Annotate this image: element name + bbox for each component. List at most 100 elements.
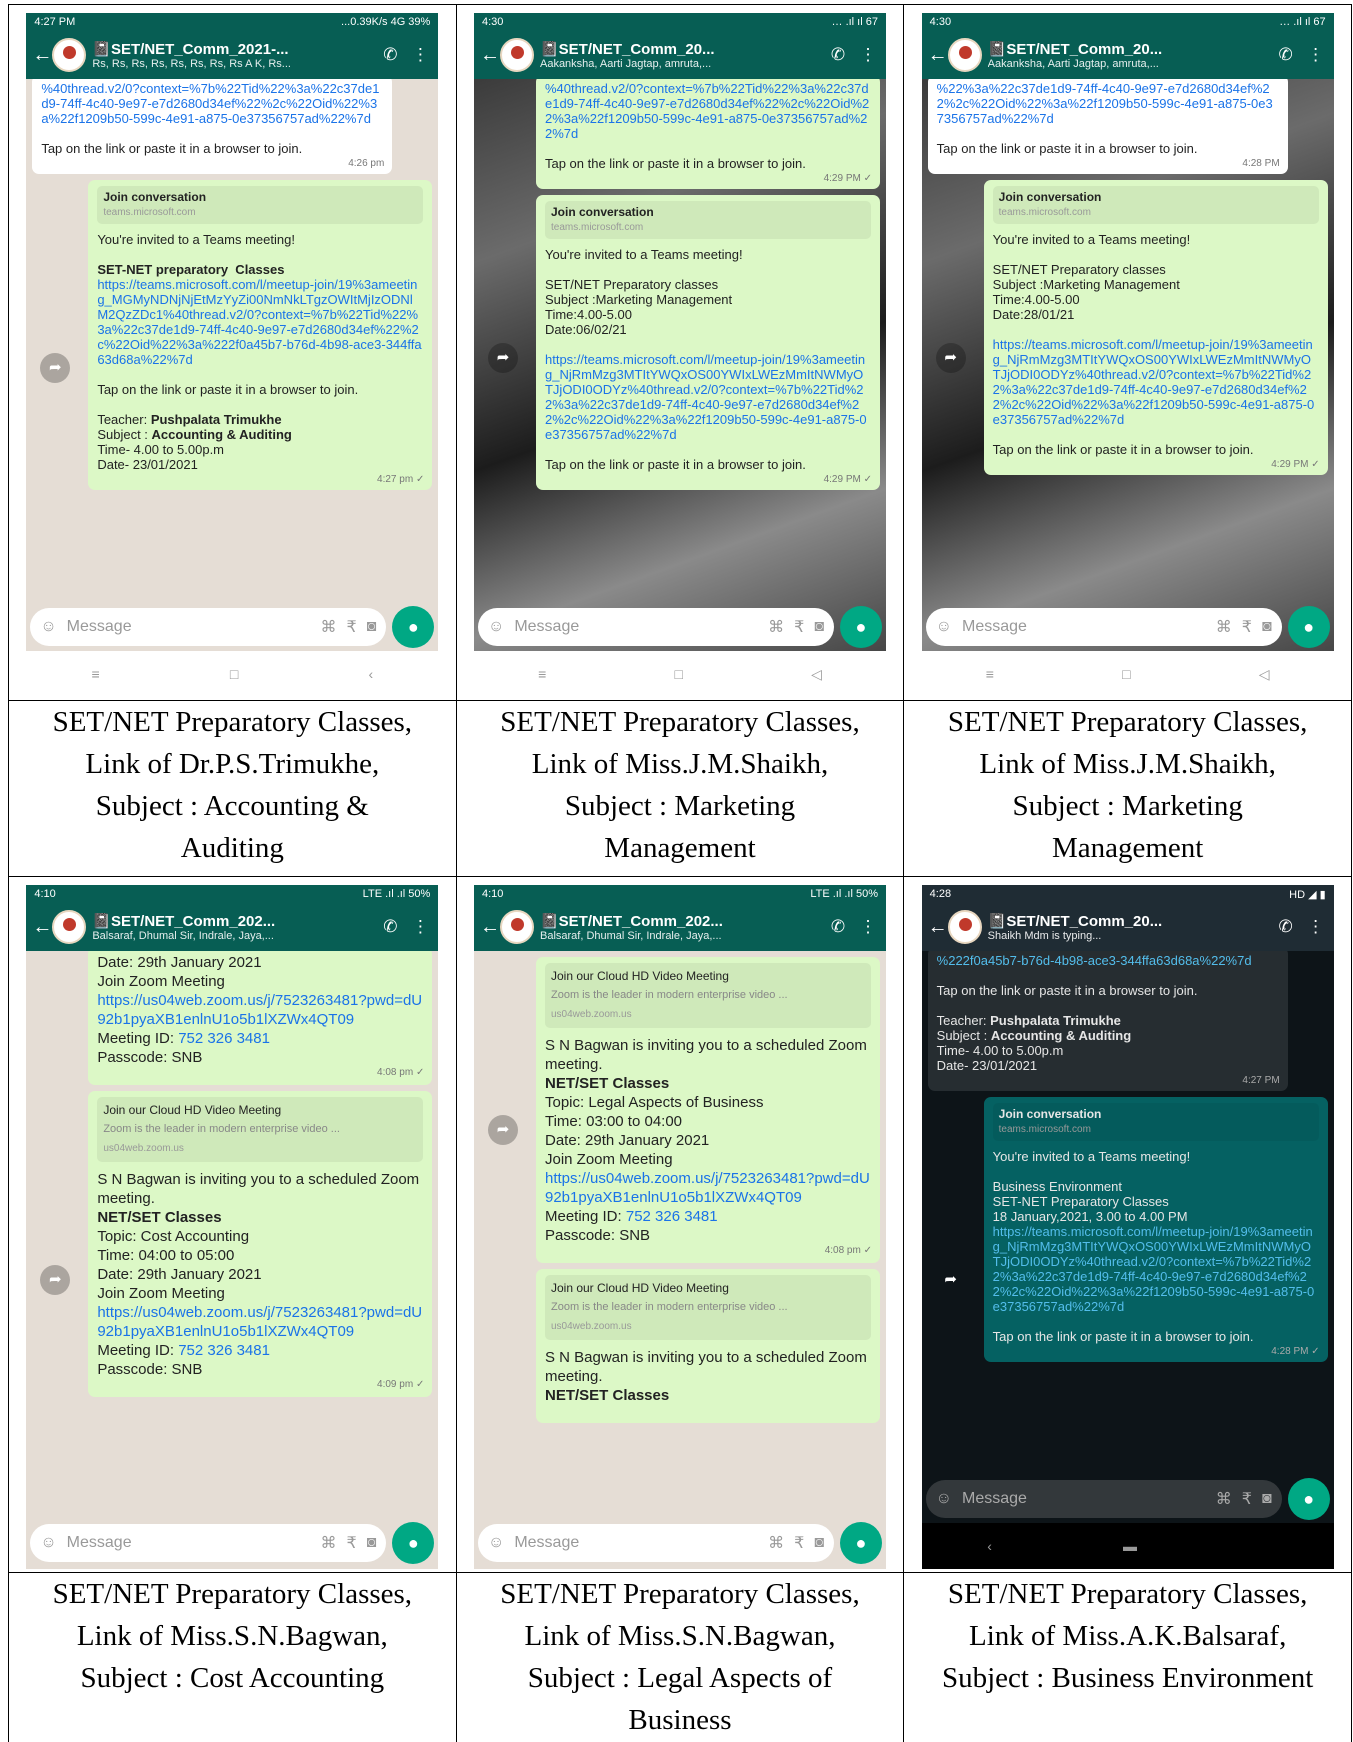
mic-icon[interactable]: ● <box>1287 1478 1330 1520</box>
message-input[interactable]: ☺ Message ⌘ ₹ ◙ <box>477 608 834 646</box>
emoji-icon[interactable]: ☺ <box>936 618 952 636</box>
back-arrow-icon[interactable]: ← <box>928 44 948 67</box>
attach-icon[interactable]: ⌘ <box>320 617 336 637</box>
payment-icon[interactable]: ₹ <box>1242 617 1252 637</box>
forward-icon[interactable]: ➦ <box>487 343 518 373</box>
group-avatar[interactable] <box>52 910 87 944</box>
add-call-icon[interactable]: ✆ <box>378 45 402 65</box>
camera-icon[interactable]: ◙ <box>1262 618 1272 636</box>
recents-icon[interactable]: ≡ <box>91 666 99 682</box>
message-list[interactable]: Join our Cloud HD Video Meeting Zoom is t… <box>474 951 886 1477</box>
payment-icon[interactable]: ₹ <box>794 617 804 637</box>
payment-icon[interactable]: ₹ <box>346 617 356 637</box>
link-preview[interactable]: Join our Cloud HD Video Meeting Zoom is t… <box>544 963 871 1028</box>
emoji-icon[interactable]: ☺ <box>488 618 504 636</box>
chat-title[interactable]: 📓SET/NET_Comm_2021-... <box>92 40 372 58</box>
payment-icon[interactable]: ₹ <box>1242 1489 1252 1509</box>
meeting-link[interactable]: https://teams.microsoft.com/l/meetup-joi… <box>97 277 421 367</box>
forward-icon[interactable]: ➦ <box>935 343 966 373</box>
link-preview[interactable]: Join our Cloud HD Video Meeting Zoom is t… <box>97 1097 424 1162</box>
message-list[interactable]: %222f0a45b7-b76d-4b98-ace3-344ffa63d68a%… <box>922 951 1334 1477</box>
camera-icon[interactable]: ◙ <box>814 618 824 636</box>
add-call-icon[interactable]: ✆ <box>1274 45 1298 65</box>
forward-icon[interactable]: ➦ <box>936 1265 966 1295</box>
link-preview[interactable]: Join conversation teams.microsoft.com <box>97 186 424 224</box>
chat-title[interactable]: 📓SET/NET_Comm_20... <box>540 40 820 58</box>
message-list[interactable]: Date: 29th January 2021 Join Zoom Meetin… <box>26 951 438 1477</box>
message-input[interactable]: ☺ Message ⌘ ₹ ◙ <box>477 1524 834 1562</box>
add-call-icon[interactable]: ✆ <box>826 45 850 65</box>
camera-icon[interactable]: ◙ <box>814 1534 824 1552</box>
more-options-icon[interactable]: ⋮ <box>1304 45 1328 65</box>
meeting-link[interactable]: https://us04web.zoom.us/j/7523263481?pwd… <box>97 1304 422 1340</box>
back-arrow-icon[interactable]: ← <box>928 916 948 939</box>
emoji-icon[interactable]: ☺ <box>488 1534 504 1552</box>
group-avatar[interactable] <box>499 910 534 944</box>
link-preview[interactable]: Join conversation teams.microsoft.com <box>544 201 871 239</box>
back-nav-icon[interactable]: ◁ <box>1259 666 1270 683</box>
message-input[interactable]: ☺ Message ⌘ ₹ ◙ <box>30 1524 387 1562</box>
emoji-icon[interactable]: ☺ <box>40 1534 56 1552</box>
message-input[interactable]: ☺ Message ⌘ ₹ ◙ <box>925 608 1282 646</box>
link-preview[interactable]: Join conversation teams.microsoft.com <box>992 186 1319 224</box>
link-preview[interactable]: Join conversation teams.microsoft.com <box>992 1103 1319 1141</box>
attach-icon[interactable]: ⌘ <box>320 1533 336 1553</box>
more-options-icon[interactable]: ⋮ <box>856 45 880 65</box>
meeting-link[interactable]: https://teams.microsoft.com/l/meetup-joi… <box>545 352 867 442</box>
meeting-link[interactable]: https://us04web.zoom.us/j/7523263481?pwd… <box>545 1170 870 1206</box>
message-list[interactable]: %40thread.v2/0?context=%7b%22Tid%22%3a%2… <box>26 79 438 605</box>
more-options-icon[interactable]: ⋮ <box>856 917 880 937</box>
message-input[interactable]: ☺ Message ⌘ ₹ ◙ <box>30 608 387 646</box>
add-call-icon[interactable]: ✆ <box>826 917 850 937</box>
camera-icon[interactable]: ◙ <box>367 618 377 636</box>
payment-icon[interactable]: ₹ <box>346 1533 356 1553</box>
group-avatar[interactable] <box>499 38 534 72</box>
back-arrow-icon[interactable]: ← <box>32 44 52 67</box>
link-preview[interactable]: Join our Cloud HD Video Meeting Zoom is t… <box>544 1275 871 1340</box>
recents-icon[interactable]: ≡ <box>538 666 546 682</box>
message-list[interactable]: %22%3a%22c37de1d9-74ff-4c40-9e97-e7d2680… <box>922 79 1334 605</box>
more-options-icon[interactable]: ⋮ <box>408 917 432 937</box>
emoji-icon[interactable]: ☺ <box>40 618 56 636</box>
home-pill-icon[interactable]: ▬ <box>1123 1538 1137 1554</box>
home-icon[interactable]: □ <box>1122 666 1130 682</box>
back-nav-icon[interactable]: ‹ <box>369 666 374 682</box>
mic-icon[interactable]: ● <box>839 606 882 648</box>
payment-icon[interactable]: ₹ <box>794 1533 804 1553</box>
home-icon[interactable]: □ <box>230 666 238 682</box>
add-call-icon[interactable]: ✆ <box>1274 917 1298 937</box>
more-options-icon[interactable]: ⋮ <box>1304 917 1328 937</box>
chat-title[interactable]: 📓SET/NET_Comm_202... <box>92 912 372 930</box>
back-arrow-icon[interactable]: ← <box>480 44 500 67</box>
chat-title[interactable]: 📓SET/NET_Comm_20... <box>988 40 1268 58</box>
camera-icon[interactable]: ◙ <box>367 1534 377 1552</box>
chat-title[interactable]: 📓SET/NET_Comm_202... <box>540 912 820 930</box>
meeting-link[interactable]: https://teams.microsoft.com/l/meetup-joi… <box>993 337 1315 427</box>
camera-icon[interactable]: ◙ <box>1262 1490 1272 1508</box>
attach-icon[interactable]: ⌘ <box>1216 1489 1232 1509</box>
message-input[interactable]: ☺ Message ⌘ ₹ ◙ <box>925 1480 1282 1518</box>
group-avatar[interactable] <box>947 910 982 944</box>
recents-icon[interactable]: ≡ <box>986 666 994 682</box>
group-avatar[interactable] <box>52 38 87 72</box>
meeting-link[interactable]: https://teams.microsoft.com/l/meetup-joi… <box>993 1224 1315 1314</box>
back-nav-icon[interactable]: ◁ <box>811 666 822 683</box>
forward-icon[interactable]: ➦ <box>487 1115 518 1145</box>
more-options-icon[interactable]: ⋮ <box>408 45 432 65</box>
message-list[interactable]: %40thread.v2/0?context=%7b%22Tid%22%3a%2… <box>474 79 886 605</box>
mic-icon[interactable]: ● <box>392 606 435 648</box>
group-avatar[interactable] <box>947 38 982 72</box>
attach-icon[interactable]: ⌘ <box>1216 617 1232 637</box>
emoji-icon[interactable]: ☺ <box>936 1490 952 1508</box>
back-arrow-icon[interactable]: ← <box>480 916 500 939</box>
mic-icon[interactable]: ● <box>1287 606 1330 648</box>
back-arrow-icon[interactable]: ← <box>32 916 52 939</box>
attach-icon[interactable]: ⌘ <box>768 1533 784 1553</box>
chat-title[interactable]: 📓SET/NET_Comm_20... <box>988 912 1268 930</box>
home-icon[interactable]: □ <box>674 666 682 682</box>
back-nav-icon[interactable]: ‹ <box>987 1538 992 1554</box>
mic-icon[interactable]: ● <box>392 1522 435 1564</box>
mic-icon[interactable]: ● <box>839 1522 882 1564</box>
attach-icon[interactable]: ⌘ <box>768 617 784 637</box>
add-call-icon[interactable]: ✆ <box>378 917 402 937</box>
